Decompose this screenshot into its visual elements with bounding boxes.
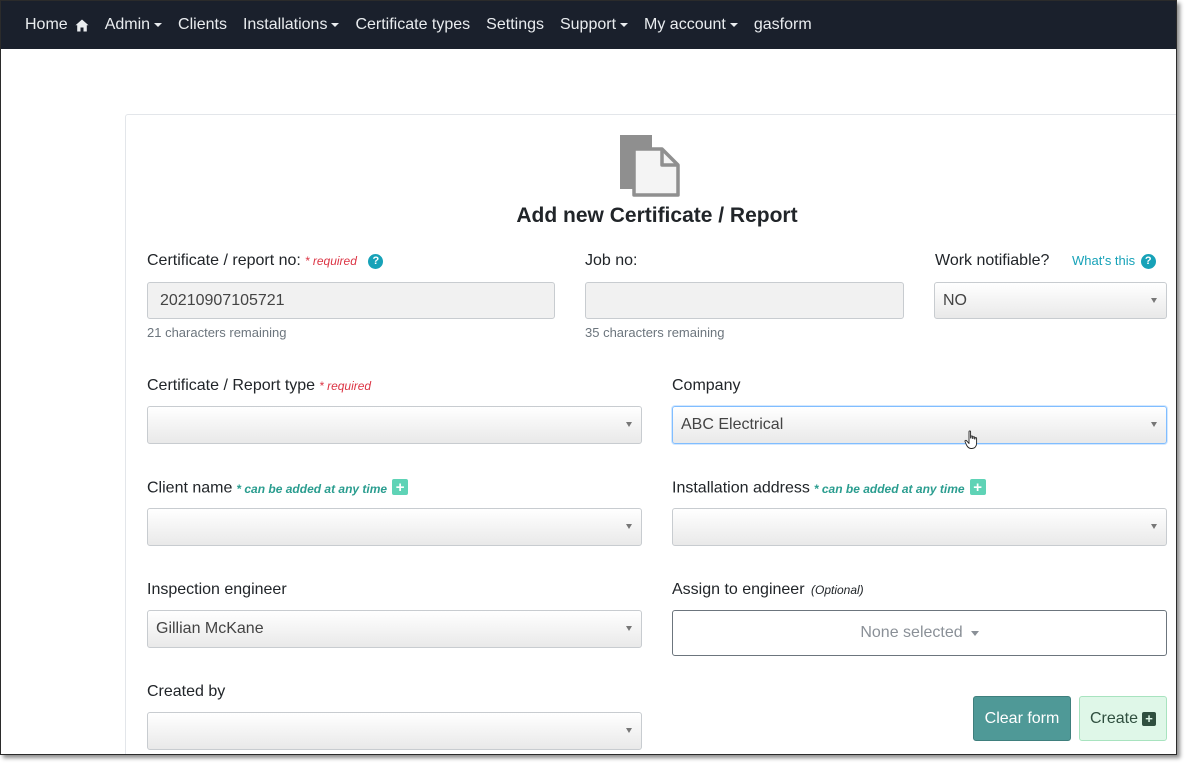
assign-engineer-dropdown[interactable]: None selected	[672, 610, 1167, 656]
add-installation-icon[interactable]: +	[969, 479, 986, 495]
report-type-select[interactable]	[147, 406, 642, 444]
chevron-down-icon	[154, 23, 163, 27]
cert-no-input[interactable]: 20210907105721	[147, 282, 555, 319]
client-name-label-text: Client name	[147, 479, 233, 497]
required-marker: * required	[304, 254, 357, 268]
chevron-down-icon	[620, 23, 629, 27]
nav-my-account[interactable]: My account	[644, 16, 738, 34]
job-no-input[interactable]	[585, 282, 904, 319]
chevron-down-icon	[626, 728, 632, 733]
chevron-down-icon	[626, 524, 632, 529]
nav-clients-label: Clients	[178, 16, 227, 33]
chevron-down-icon	[1151, 297, 1157, 303]
nav-support-label: Support	[559, 16, 617, 33]
nav-support[interactable]: Support	[559, 16, 629, 34]
chevron-down-icon	[729, 23, 738, 27]
nav-certificate-types-label: Certificate types	[355, 16, 471, 33]
client-name-label: Client name * can be added at any time +	[147, 479, 409, 498]
installation-address-label-text: Installation address	[672, 479, 810, 497]
hand-cursor-icon	[964, 430, 980, 455]
nav-settings-label: Settings	[486, 16, 544, 33]
company-label: Company	[672, 377, 741, 394]
nav-settings[interactable]: Settings	[486, 16, 544, 34]
chevron-down-icon	[970, 630, 979, 636]
help-icon[interactable]: ?	[368, 253, 384, 269]
nav-home[interactable]: Home	[25, 16, 89, 34]
cert-no-remaining: 21 characters remaining	[147, 325, 287, 340]
nav-installations-label: Installations	[242, 16, 328, 33]
cert-no-label-text: Certificate / report no:	[147, 252, 301, 269]
created-by-label: Created by	[147, 683, 226, 700]
job-no-remaining: 35 characters remaining	[585, 325, 725, 340]
installation-address-label: Installation address * can be added at an…	[672, 479, 986, 498]
whats-this-link[interactable]: What's this ?	[1072, 253, 1156, 269]
assign-engineer-label-text: Assign to engineer	[672, 581, 805, 598]
report-type-label-text: Certificate / Report type	[147, 377, 316, 394]
plus-icon: +	[1142, 711, 1157, 726]
work-notifiable-select[interactable]: NO	[934, 282, 1167, 319]
cert-no-label: Certificate / report no: * required ?	[147, 252, 384, 270]
nav-admin[interactable]: Admin	[104, 16, 163, 34]
work-notifiable-label: Work notifiable?	[935, 252, 1050, 269]
clear-form-button[interactable]: Clear form	[973, 696, 1071, 741]
clear-form-label: Clear form	[984, 709, 1060, 727]
browser-frame: Home Admin Clients Installations Certifi…	[0, 0, 1177, 755]
required-marker: * required	[319, 379, 372, 393]
created-by-select[interactable]	[147, 712, 642, 750]
optional-marker: (Optional)	[810, 583, 864, 597]
nav-clients[interactable]: Clients	[178, 16, 227, 34]
document-copy-icon	[618, 133, 682, 202]
company-value: ABC Electrical	[681, 416, 784, 433]
nav-admin-label: Admin	[104, 16, 151, 33]
client-name-select[interactable]	[147, 508, 642, 546]
chevron-down-icon	[626, 422, 632, 427]
add-any-time-hint: * can be added at any time	[236, 481, 388, 496]
nav-certificate-types[interactable]: Certificate types	[355, 16, 470, 34]
cert-no-value: 20210907105721	[160, 291, 285, 309]
nav-gasform[interactable]: gasform	[754, 16, 812, 34]
page-title: Add new Certificate / Report	[516, 204, 798, 227]
add-any-time-hint: * can be added at any time	[813, 481, 965, 496]
assign-engineer-value: None selected	[860, 624, 963, 641]
inspection-engineer-label: Inspection engineer	[147, 581, 287, 598]
work-notifiable-value: NO	[943, 291, 967, 309]
inspection-engineer-value: Gillian McKane	[156, 620, 264, 637]
help-icon: ?	[1140, 253, 1156, 269]
chevron-down-icon	[626, 626, 632, 631]
nav-my-account-label: My account	[644, 16, 726, 33]
chevron-down-icon	[331, 23, 340, 27]
nav-home-label: Home	[25, 16, 68, 33]
add-client-icon[interactable]: +	[392, 479, 409, 495]
nav-installations[interactable]: Installations	[243, 16, 340, 34]
create-label: Create	[1089, 709, 1139, 727]
chevron-down-icon	[1151, 422, 1157, 427]
home-icon	[75, 19, 89, 32]
report-type-label: Certificate / Report type * required	[147, 377, 371, 395]
job-no-label: Job no:	[585, 252, 638, 269]
inspection-engineer-select[interactable]: Gillian McKane	[147, 610, 642, 648]
nav-gasform-label: gasform	[753, 16, 812, 33]
top-navbar: Home Admin Clients Installations Certifi…	[1, 1, 1176, 49]
installation-address-select[interactable]	[672, 508, 1167, 546]
company-select[interactable]: ABC Electrical	[672, 406, 1167, 444]
create-button[interactable]: Create +	[1079, 696, 1167, 741]
assign-engineer-label: Assign to engineer (Optional)	[672, 581, 864, 599]
whats-this-text: What's this	[1072, 253, 1136, 268]
chevron-down-icon	[1151, 524, 1157, 529]
